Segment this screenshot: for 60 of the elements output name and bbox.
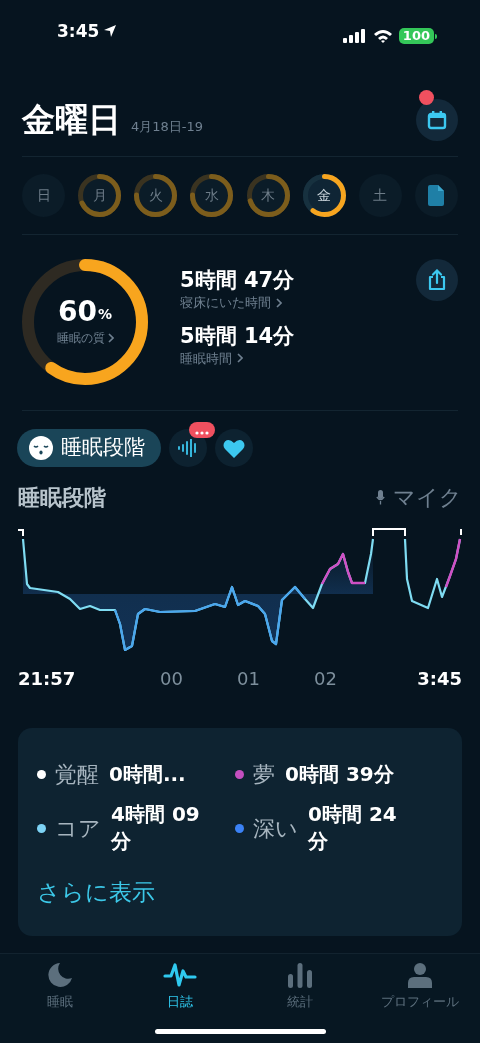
person-icon — [407, 962, 433, 988]
sleep-stages-tab[interactable]: 睡眠段階 — [17, 429, 161, 467]
day-ring[interactable]: 土 — [358, 174, 402, 217]
percent-sign: % — [97, 305, 112, 324]
time-label: 3:45 — [417, 667, 462, 691]
stage-duration: 0時間 24分 — [308, 801, 398, 855]
tab-bar-item[interactable]: 統計 — [240, 960, 360, 1043]
chevron-right-icon — [107, 333, 114, 343]
stage-label: 夢 — [253, 761, 275, 789]
day-ring[interactable]: 金 — [302, 174, 346, 217]
calendar-button[interactable] — [416, 99, 458, 141]
day-ring[interactable]: 水 — [190, 174, 234, 217]
stage-label: 覚醒 — [55, 761, 99, 789]
status-time: 3:45 — [57, 19, 100, 43]
chevron-right-icon — [276, 297, 282, 308]
tab-bar-item[interactable]: プロフィール — [360, 960, 480, 1043]
moon-icon — [47, 962, 73, 988]
quality-value: 60 — [58, 297, 97, 327]
time-label: 21:57 — [18, 667, 77, 691]
show-more-link[interactable]: さらに表示 — [37, 875, 443, 910]
calendar-icon — [427, 110, 447, 130]
stage-label: 深い — [253, 814, 298, 843]
location-arrow-icon — [103, 24, 118, 39]
stage-duration: 0時間... — [109, 761, 187, 788]
heart-icon — [223, 438, 245, 458]
duration-value: 5時間 14分 — [180, 322, 296, 349]
sound-wave-icon — [177, 439, 199, 457]
tab-bar-item[interactable]: 日誌 — [120, 960, 240, 1043]
hour-label: 01 — [237, 667, 261, 691]
sleeping-face-icon — [29, 436, 53, 460]
duration-value: 5時間 47分 — [180, 267, 296, 293]
document-icon — [428, 185, 445, 206]
quality-link[interactable]: 睡眠の質 — [56, 329, 114, 347]
chart-title: 睡眠段階 — [18, 484, 106, 512]
bar-chart-icon — [287, 962, 313, 988]
stage-label: コア — [55, 814, 101, 843]
chevron-right-icon — [237, 353, 243, 364]
stage-duration: 0時間 39分 — [285, 761, 395, 788]
report-button[interactable] — [415, 174, 458, 217]
wave-icon — [163, 962, 197, 988]
duration-link[interactable]: 寝床にいた時間 — [180, 293, 416, 313]
share-button[interactable] — [416, 259, 458, 301]
share-icon — [428, 269, 446, 291]
stage-duration: 4時間 09分 — [111, 801, 201, 855]
day-ring[interactable]: 木 — [246, 174, 290, 217]
duration-link[interactable]: 睡眠時間 — [180, 348, 416, 368]
day-title: 金曜日 — [22, 100, 121, 140]
heart-rate-tab[interactable] — [215, 429, 253, 467]
tab-bar-item[interactable]: 睡眠 — [0, 960, 120, 1043]
wifi-icon — [372, 29, 393, 43]
date-range: 4月18日-19 — [131, 117, 204, 136]
source-label: マイク — [393, 484, 462, 512]
day-ring[interactable]: 日 — [22, 174, 65, 217]
signal-icon — [342, 29, 367, 43]
hour-label: 02 — [314, 667, 338, 691]
day-ring[interactable]: 月 — [78, 174, 122, 217]
day-ring[interactable]: 火 — [134, 174, 178, 217]
microphone-icon — [376, 490, 385, 505]
battery-level: 100 — [398, 28, 434, 44]
hour-label: 00 — [160, 667, 184, 691]
